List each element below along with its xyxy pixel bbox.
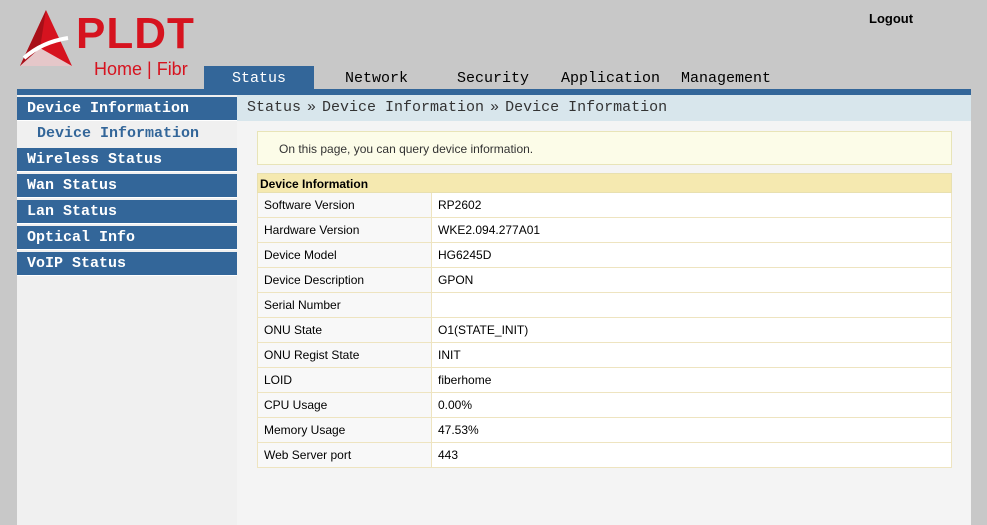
- table-row: Software Version RP2602: [257, 193, 952, 218]
- row-label: Device Model: [258, 243, 432, 267]
- row-label: LOID: [258, 368, 432, 392]
- logo-wordmark: PLDT: [76, 9, 195, 58]
- row-label: CPU Usage: [258, 393, 432, 417]
- row-value: 47.53%: [432, 418, 951, 442]
- breadcrumb-separator: »: [307, 99, 317, 116]
- tab-management[interactable]: Management: [681, 66, 771, 90]
- row-label: Web Server port: [258, 443, 432, 467]
- sidebar-item-wan-status[interactable]: Wan Status: [17, 174, 237, 198]
- row-label: ONU Regist State: [258, 343, 432, 367]
- row-label: ONU State: [258, 318, 432, 342]
- table-row: Web Server port 443: [257, 443, 952, 468]
- row-label: Software Version: [258, 193, 432, 217]
- row-label: Hardware Version: [258, 218, 432, 242]
- table-row: Device Model HG6245D: [257, 243, 952, 268]
- tab-status[interactable]: Status: [204, 66, 314, 90]
- sidebar: Device Information Device Information Wi…: [17, 95, 237, 525]
- table-row: Device Description GPON: [257, 268, 952, 293]
- breadcrumb-part: Device Information: [322, 99, 485, 116]
- pldt-logo-mark: [20, 10, 72, 66]
- breadcrumb: Status » Device Information » Device Informa…: [237, 95, 971, 121]
- row-label: Memory Usage: [258, 418, 432, 442]
- breadcrumb-part: Device Information: [505, 99, 668, 116]
- table-row: Serial Number: [257, 293, 952, 318]
- table-row: CPU Usage 0.00%: [257, 393, 952, 418]
- table-row: LOID fiberhome: [257, 368, 952, 393]
- logout-link[interactable]: Logout: [869, 11, 913, 26]
- device-info-table: Device Information Software Version RP260…: [257, 173, 952, 468]
- row-value: fiberhome: [432, 368, 951, 392]
- row-value: RP2602: [432, 193, 951, 217]
- breadcrumb-separator: »: [490, 99, 500, 116]
- row-value: INIT: [432, 343, 951, 367]
- info-message: On this page, you can query device infor…: [257, 131, 952, 165]
- row-value: WKE2.094.277A01: [432, 218, 951, 242]
- table-title: Device Information: [257, 173, 952, 193]
- table-row: ONU State O1(STATE_INIT): [257, 318, 952, 343]
- sidebar-item-voip-status[interactable]: VoIP Status: [17, 252, 237, 276]
- row-label: Device Description: [258, 268, 432, 292]
- sidebar-item-device-information[interactable]: Device Information: [17, 97, 237, 121]
- table-row: ONU Regist State INIT: [257, 343, 952, 368]
- row-value: 443: [432, 443, 951, 467]
- pldt-logo: PLDT Home | Fibr: [16, 8, 206, 84]
- tab-network[interactable]: Network: [345, 66, 408, 90]
- row-value: [432, 293, 951, 317]
- row-label: Serial Number: [258, 293, 432, 317]
- table-row: Memory Usage 47.53%: [257, 418, 952, 443]
- sidebar-item-optical-info[interactable]: Optical Info: [17, 226, 237, 250]
- table-row: Hardware Version WKE2.094.277A01: [257, 218, 952, 243]
- sidebar-item-wireless-status[interactable]: Wireless Status: [17, 148, 237, 172]
- breadcrumb-part: Status: [247, 99, 302, 116]
- sidebar-item-lan-status[interactable]: Lan Status: [17, 200, 237, 224]
- row-value: HG6245D: [432, 243, 951, 267]
- row-value: O1(STATE_INIT): [432, 318, 951, 342]
- main-content: Status » Device Information » Device Informa…: [237, 95, 971, 525]
- row-value: GPON: [432, 268, 951, 292]
- logo-subtitle: Home | Fibr: [94, 59, 188, 79]
- row-value: 0.00%: [432, 393, 951, 417]
- tab-application[interactable]: Application: [561, 66, 660, 90]
- sidebar-subitem-device-information[interactable]: Device Information: [17, 122, 237, 146]
- tab-security[interactable]: Security: [457, 66, 529, 90]
